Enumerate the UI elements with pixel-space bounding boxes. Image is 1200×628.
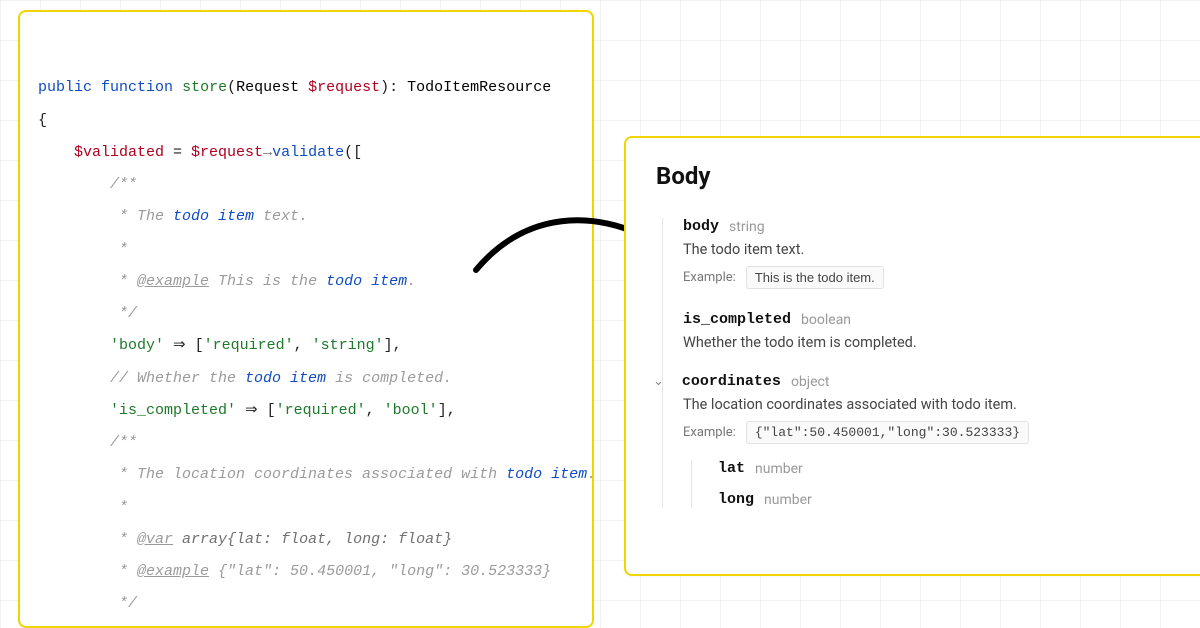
example-row: Example: {"lat":50.450001,"long":30.5233… [683, 421, 1178, 444]
param-long: long number [718, 491, 1178, 508]
param-name: body [683, 218, 719, 235]
example-label: Example: [683, 270, 736, 285]
param-name: long [718, 491, 754, 508]
param-var: $request [308, 79, 380, 96]
code-block: public function store(Request $request):… [38, 40, 574, 628]
tag-var: @var [137, 531, 173, 548]
nested-param-list: lat number long number [691, 460, 1178, 508]
param-type: Request [236, 79, 299, 96]
param-body: body string The todo item text. Example:… [683, 218, 1178, 289]
var-request: $request [191, 144, 263, 161]
brace-open: { [38, 112, 47, 129]
param-type: number [764, 492, 812, 508]
param-desc: Whether the todo item is completed. [683, 334, 1178, 351]
param-name: coordinates [682, 373, 781, 390]
param-name: is_completed [683, 311, 791, 328]
param-list: body string The todo item text. Example:… [662, 218, 1178, 508]
method-validate: validate [272, 144, 344, 161]
return-type: TodoItemResource [407, 79, 551, 96]
param-name: lat [718, 460, 745, 477]
example-label: Example: [683, 425, 736, 440]
doc-panel: Body body string The todo item text. Exa… [624, 136, 1200, 576]
fn-name: store [182, 79, 227, 96]
example-row: Example: This is the todo item. [683, 266, 1178, 289]
param-desc: The todo item text. [683, 241, 1178, 258]
doc-title: Body [656, 162, 1178, 190]
code-panel: public function store(Request $request):… [18, 10, 594, 628]
rule-body-key: 'body' [110, 337, 164, 354]
param-is-completed: is_completed boolean Whether the todo it… [683, 311, 1178, 351]
example-value: {"lat":50.450001,"long":30.523333} [746, 421, 1029, 444]
var-validated: $validated [74, 144, 164, 161]
tag-example: @example [137, 273, 209, 290]
param-lat: lat number [718, 460, 1178, 477]
param-coordinates[interactable]: ⌄ coordinates object The location coordi… [683, 373, 1178, 508]
param-type: object [791, 374, 830, 390]
param-desc: The location coordinates associated with… [683, 396, 1178, 413]
chevron-down-icon[interactable]: ⌄ [653, 374, 664, 389]
param-type: number [755, 461, 803, 477]
example-value: This is the todo item. [746, 266, 884, 289]
kw-function: function [101, 79, 173, 96]
param-type: string [729, 219, 765, 235]
kw-public: public [38, 79, 92, 96]
tag-example: @example [137, 563, 209, 580]
param-type: boolean [801, 312, 851, 328]
rule-completed-key: 'is_completed' [110, 402, 236, 419]
